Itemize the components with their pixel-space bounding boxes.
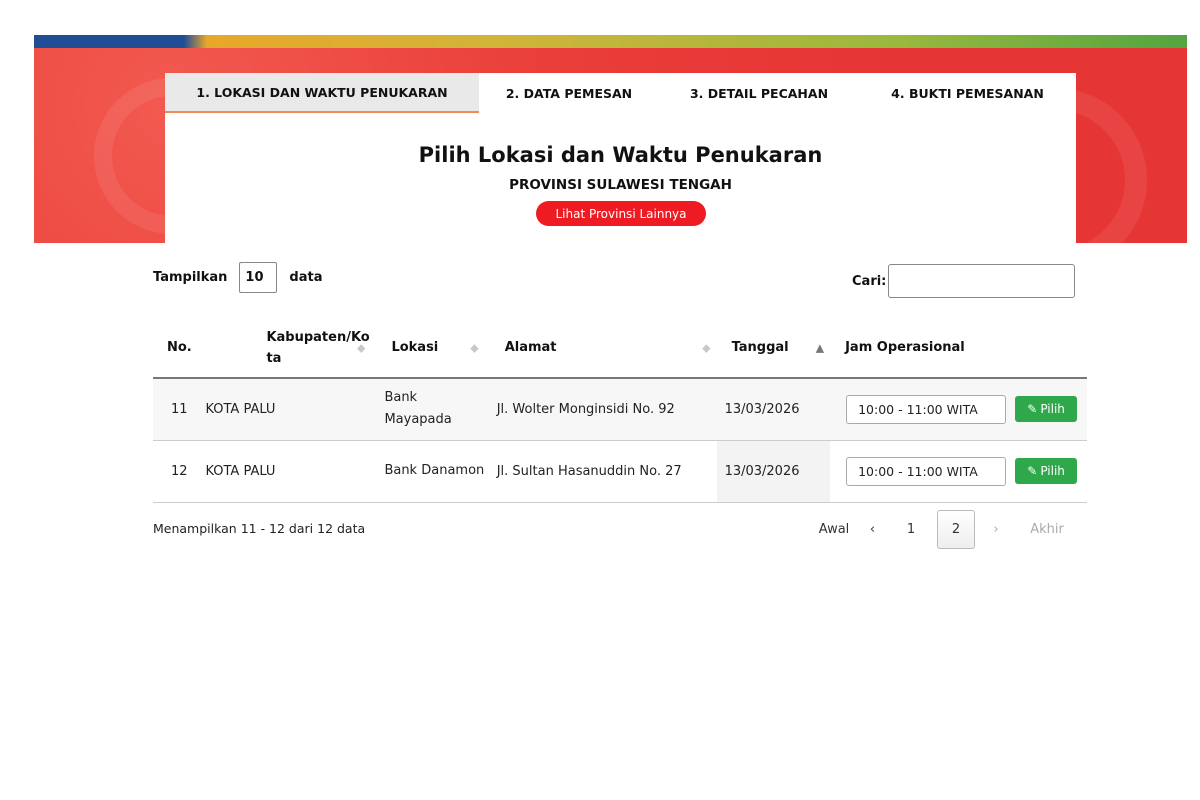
tab-bukti-pemesanan[interactable]: 4. BUKTI PEMESANAN	[859, 73, 1076, 113]
pilih-button[interactable]: ✎ Pilih	[1015, 396, 1078, 423]
cell-alamat: Jl. Sultan Hasanuddin No. 27	[484, 440, 717, 503]
search-control: Cari:	[852, 264, 1076, 298]
cell-lokasi: Bank Mayapada	[371, 378, 485, 441]
length-prefix-label: Tampilkan	[153, 270, 228, 285]
page-1[interactable]: 1	[885, 510, 937, 549]
sort-icon: ◆	[356, 341, 366, 354]
header-lokasi[interactable]: Lokasi ◆	[371, 318, 485, 379]
header-alamat-label: Alamat	[504, 340, 557, 355]
header-no-label: No.	[167, 340, 192, 355]
step-tabs: 1. LOKASI DAN WAKTU PENUKARAN 2. DATA PE…	[165, 73, 1076, 113]
pagination: Awal ‹ 1 2 › Akhir	[808, 510, 1077, 549]
table-header-row: No. Kabupaten/Kota ◆ Lokasi ◆ Alamat ◆ T…	[153, 318, 1087, 379]
pilih-button[interactable]: ✎ Pilih	[1015, 458, 1078, 484]
header-tanggal-label: Tanggal	[731, 340, 789, 355]
time-select[interactable]: 10:00 - 11:00 WITA	[846, 394, 1007, 424]
table-info: Menampilkan 11 - 12 dari 12 data	[153, 521, 366, 536]
edit-icon: ✎	[1027, 464, 1038, 478]
province-name: PROVINSI SULAWESI TENGAH	[509, 177, 732, 193]
page-2-current[interactable]: 2	[937, 510, 975, 549]
time-select[interactable]: 10:00 - 11:00 WITA	[846, 456, 1007, 486]
page-first[interactable]: Awal	[808, 510, 860, 549]
top-color-strip	[34, 35, 1187, 48]
edit-icon: ✎	[1027, 402, 1038, 417]
tab-detail-pecahan[interactable]: 3. DETAIL PECAHAN	[659, 73, 859, 113]
sort-asc-icon: ▲	[815, 341, 825, 354]
cell-jam: 10:00 - 11:00 WITA ✎ Pilih	[830, 378, 1087, 441]
pilih-button-label: Pilih	[1040, 464, 1065, 478]
cell-no: 12	[153, 440, 206, 503]
header-alamat[interactable]: Alamat ◆	[484, 318, 717, 379]
sort-icon: ◆	[702, 341, 711, 354]
tab-lokasi-waktu[interactable]: 1. LOKASI DAN WAKTU PENUKARAN	[165, 73, 479, 113]
header-lokasi-label: Lokasi	[391, 340, 439, 355]
header-no: No.	[153, 318, 206, 379]
search-input[interactable]	[888, 264, 1076, 298]
table-row: 12 KOTA PALU Bank Danamon Jl. Sultan Has…	[153, 440, 1087, 503]
cell-kabupaten: KOTA PALU	[205, 378, 372, 441]
cell-jam: 10:00 - 11:00 WITA ✎ Pilih	[830, 440, 1087, 503]
table-row: 11 KOTA PALU Bank Mayapada Jl. Wolter Mo…	[153, 378, 1087, 441]
booking-card: 1. LOKASI DAN WAKTU PENUKARAN 2. DATA PE…	[165, 73, 1076, 243]
page-length-control: Tampilkan 10 data	[153, 262, 322, 293]
tab-data-pemesan[interactable]: 2. DATA PEMESAN	[479, 73, 659, 113]
page-length-select[interactable]: 10	[239, 262, 278, 293]
pilih-button-label: Pilih	[1040, 402, 1065, 417]
search-label: Cari:	[852, 273, 887, 289]
cell-tanggal: 13/03/2026	[716, 378, 831, 441]
page-prev[interactable]: ‹	[860, 510, 885, 549]
cell-alamat: Jl. Wolter Monginsidi No. 92	[484, 378, 717, 441]
page-next[interactable]: ›	[975, 510, 1017, 549]
length-suffix-label: data	[289, 270, 323, 285]
cell-lokasi: Bank Danamon	[371, 440, 485, 503]
page-last[interactable]: Akhir	[1017, 510, 1077, 549]
header-jam: Jam Operasional	[830, 318, 1087, 379]
other-province-button[interactable]: Lihat Provinsi Lainnya	[536, 201, 706, 226]
location-table: No. Kabupaten/Kota ◆ Lokasi ◆ Alamat ◆ T…	[153, 318, 1087, 503]
header-kabupaten-label: Kabupaten/Kota	[266, 329, 370, 366]
cell-tanggal: 13/03/2026	[716, 440, 831, 503]
sort-icon: ◆	[470, 341, 479, 354]
cell-kabupaten: KOTA PALU	[205, 440, 372, 503]
page-title: Pilih Lokasi dan Waktu Penukaran	[418, 143, 823, 167]
cell-no: 11	[153, 378, 206, 441]
header-kabupaten[interactable]: Kabupaten/Kota ◆	[205, 318, 372, 379]
header-jam-label: Jam Operasional	[845, 340, 965, 355]
header-tanggal[interactable]: Tanggal ▲	[716, 318, 831, 379]
